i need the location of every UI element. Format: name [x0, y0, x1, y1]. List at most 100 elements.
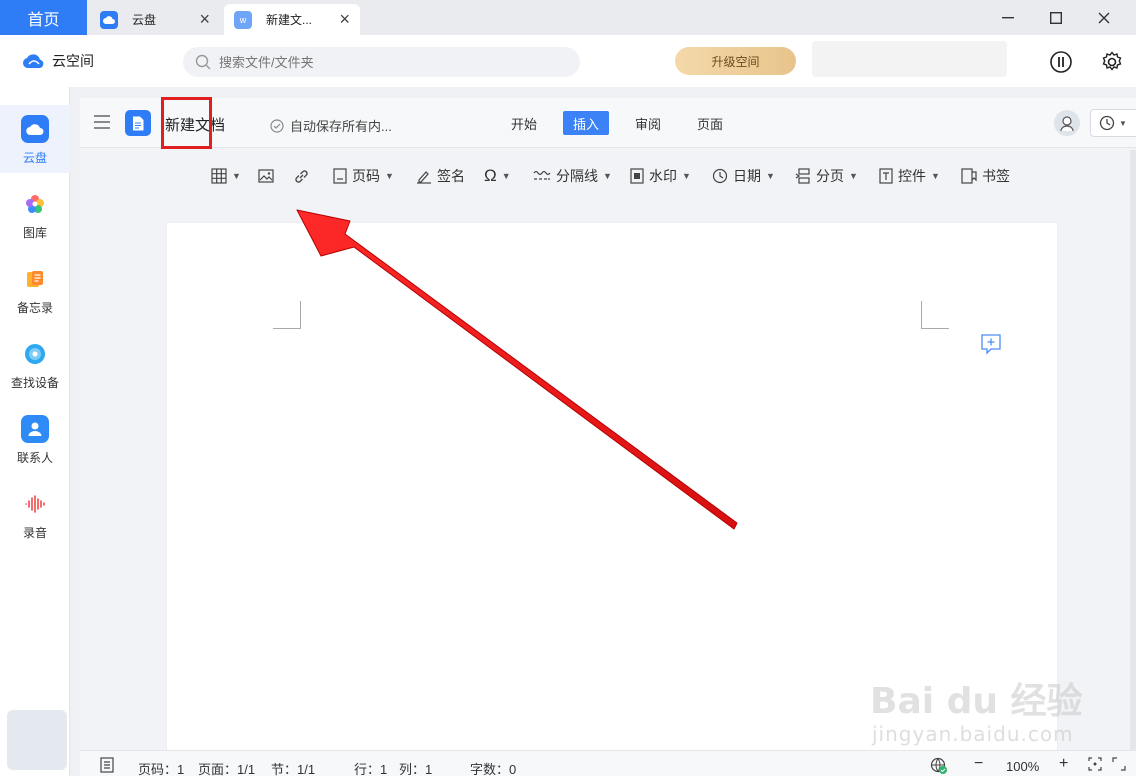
page-break-icon [795, 168, 810, 184]
sidebar-item-label: 录音 [22, 526, 47, 540]
toolbar-label: 分隔线 [556, 168, 598, 184]
sidebar-item-label: 查找设备 [10, 376, 59, 390]
close-icon[interactable]: × [199, 10, 210, 28]
tab-label: 新建文... [266, 13, 313, 27]
tab-review[interactable]: 审阅 [625, 111, 671, 135]
toolbar-label: 日期 [733, 168, 761, 184]
toolbar-label: 水印 [649, 168, 677, 184]
sidebar-item-find-device[interactable]: 查找设备 [0, 330, 70, 398]
brand: 云空间 [22, 51, 94, 71]
status-section: 节：1/1 [271, 762, 316, 776]
toolbar-label: 页码 [352, 168, 380, 184]
signature-button[interactable]: 签名 [416, 166, 465, 186]
zoom-out-button[interactable]: − [974, 755, 983, 773]
search-input[interactable] [219, 54, 559, 70]
tab-cloud-drive[interactable]: 云盘 × [90, 4, 220, 35]
status-row: 行：1 [354, 762, 388, 776]
tab-start[interactable]: 开始 [501, 111, 547, 135]
close-icon[interactable]: × [339, 10, 350, 28]
margin-corner-mark [273, 301, 301, 329]
tab-label: 云盘 [132, 13, 157, 27]
insert-symbol-button[interactable]: Ω ▼ [484, 166, 511, 186]
watermark-button[interactable]: 水印 ▼ [630, 166, 691, 186]
insert-image-button[interactable] [258, 166, 274, 186]
auto-save-status: 自动保存所有内... [270, 116, 392, 135]
zoom-level[interactable]: 100% [1006, 759, 1039, 774]
close-window-button[interactable] [1080, 0, 1128, 35]
sidebar-item-contacts[interactable]: 联系人 [0, 405, 70, 473]
status-column: 列：1 [399, 762, 433, 776]
tab-page[interactable]: 页面 [687, 111, 733, 135]
insert-table-button[interactable]: ▼ [211, 166, 241, 186]
collaborator-avatar[interactable] [1054, 110, 1080, 136]
toolbar-label: 书签 [982, 168, 1010, 184]
sidebar-item-cloud-drive[interactable]: 云盘 [0, 105, 70, 173]
baidu-watermark: Bai du 经验 [870, 681, 1083, 722]
chevron-down-icon: ▼ [603, 171, 612, 181]
sidebar-item-recorder[interactable]: 录音 [0, 480, 70, 548]
home-tab[interactable]: 首页 [0, 0, 87, 35]
page-break-button[interactable]: 分页 ▼ [795, 166, 858, 186]
link-icon [295, 169, 308, 183]
chevron-down-icon: ▼ [501, 171, 511, 181]
fit-page-icon[interactable] [1088, 757, 1102, 774]
search-icon [195, 54, 211, 70]
chevron-down-icon: ▼ [385, 171, 394, 181]
search-box[interactable] [183, 47, 580, 77]
chevron-down-icon: ▼ [682, 171, 691, 181]
sidebar-item-label: 备忘录 [16, 301, 53, 315]
title-bar: 首页 云盘 × w 新建文... × [0, 0, 1136, 35]
divider-line-icon [533, 170, 551, 180]
watermark-icon [630, 168, 644, 184]
insert-link-button[interactable] [293, 166, 310, 186]
contacts-person-icon [21, 415, 49, 443]
date-button[interactable]: 日期 ▼ [712, 166, 775, 186]
tab-insert[interactable]: 插入 [563, 111, 610, 135]
app-header: 云空间 升级空间 [0, 35, 1136, 87]
sidebar-item-memo[interactable]: 备忘录 [0, 255, 70, 323]
chevron-down-icon: ▼ [232, 171, 241, 181]
minimize-button[interactable] [984, 0, 1032, 35]
zoom-in-button[interactable]: + [1059, 755, 1068, 773]
brand-label: 云空间 [52, 53, 94, 69]
upgrade-space-button[interactable]: 升级空间 [675, 47, 796, 75]
page-number-button[interactable]: 页码 ▼ [333, 166, 394, 186]
add-comment-icon[interactable] [980, 333, 1002, 358]
control-button[interactable]: 控件 ▼ [879, 166, 940, 186]
document-title[interactable]: 新建文档 [165, 114, 225, 135]
check-circle-icon [270, 118, 284, 133]
hamburger-menu-icon[interactable] [94, 115, 110, 132]
toolbar-label: 分页 [816, 168, 844, 184]
user-avatar-blurred[interactable] [7, 710, 67, 770]
chevron-down-icon: ▼ [766, 171, 775, 181]
cloud-icon [100, 10, 118, 29]
vertical-scrollbar[interactable] [1130, 150, 1136, 750]
clock-icon [712, 168, 728, 184]
history-button[interactable]: ▼ [1090, 109, 1136, 137]
maximize-button[interactable] [1032, 0, 1080, 35]
signature-pen-icon [417, 171, 431, 184]
bookmark-button[interactable]: 书签 [961, 166, 1010, 186]
blurred-account-area [812, 41, 1007, 77]
omega-symbol-icon: Ω [484, 166, 497, 185]
globe-check-icon[interactable] [930, 757, 948, 776]
margin-corner-mark [921, 301, 949, 329]
document-file-icon [125, 110, 151, 136]
ribbon-tabs: 开始 插入 审阅 页面 [501, 111, 749, 135]
document-outline-icon[interactable] [100, 757, 114, 776]
document-header: 新建文档 自动保存所有内... 开始 插入 审阅 页面 ▼ [80, 98, 1136, 148]
control-text-icon [879, 168, 893, 184]
save-status-text: 自动保存所有内... [290, 119, 392, 134]
sidebar-item-gallery[interactable]: 图库 [0, 180, 70, 248]
memo-icon [21, 265, 49, 293]
settings-gear-icon[interactable] [1099, 49, 1125, 75]
sidebar: 云盘 图库 备忘录 查找设备 联系人 录音 [0, 87, 70, 776]
clock-history-icon [1099, 115, 1115, 131]
status-word-count: 字数：0 [470, 762, 517, 776]
fullscreen-icon[interactable] [1112, 757, 1126, 774]
divider-line-button[interactable]: 分隔线 ▼ [533, 166, 612, 186]
tab-new-document[interactable]: w 新建文... × [224, 4, 360, 35]
pause-icon[interactable] [1048, 49, 1074, 75]
chevron-down-icon: ▼ [1119, 118, 1127, 128]
insert-toolbar: ▼ 页码 ▼ 签名 Ω ▼ 分隔线 ▼ 水印 ▼ 日期 ▼ 分页 ▼ 控件 ▼ … [80, 149, 1136, 201]
